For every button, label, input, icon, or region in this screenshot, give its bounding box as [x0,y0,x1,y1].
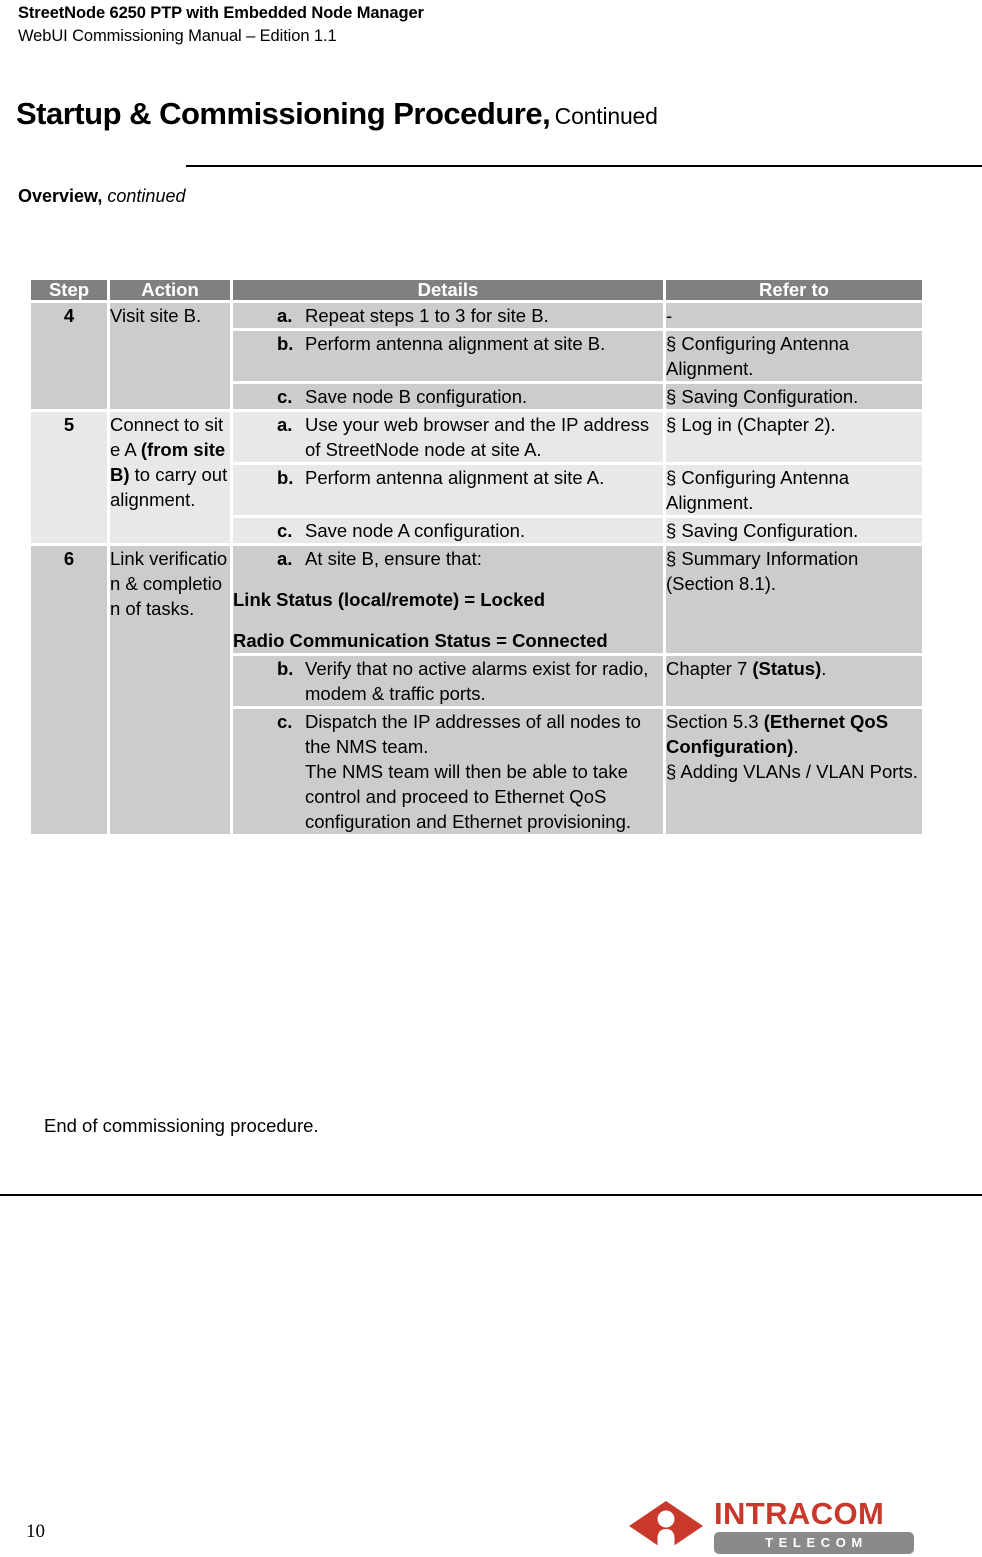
page-number: 10 [26,1521,45,1542]
detail-text: Verify that no active alarms exist for r… [305,658,649,704]
detail-marker: c. [277,520,293,541]
reference-text-2: . [821,658,827,679]
reference-text-1: Chapter 7 [666,658,753,679]
table-header-row: Step Action Details Refer to [31,280,922,300]
detail-marker: b. [277,658,294,679]
reference-text-bold: (Status) [752,658,822,679]
column-header-action: Action [110,280,230,300]
detail-text: Save node A configuration. [305,520,526,541]
detail-marker: a. [277,305,293,326]
table-row: 4 Visit site B. a. Repeat steps 1 to 3 f… [31,303,922,409]
step-number: 6 [31,546,107,834]
step-action: Link verification & completion of tasks. [110,546,230,834]
step-detail: c. Save node B configuration. [233,384,663,409]
intracom-diamond-icon [629,1501,703,1551]
reference-text-1: Section 5.3 [666,711,764,732]
step-detail: a. At site B, ensure that: Link Status (… [233,546,663,653]
procedure-table: Step Action Details Refer to 4 Visit sit… [28,277,925,837]
detail-text: Perform antenna alignment at site A. [305,467,605,488]
table-row: 5 Connect to site A (from site B) to car… [31,412,922,543]
step-detail: c. Save node A configuration. [233,518,663,543]
page-title: Startup & Commissioning Procedure, Conti… [16,96,658,132]
detail-text: Dispatch the IP addresses of all nodes t… [305,711,641,757]
step-reference: § Configuring Antenna Alignment. [666,465,922,515]
step-detail: c. Dispatch the IP addresses of all node… [233,709,663,834]
step-reference: § Saving Configuration. [666,384,922,409]
document-subtitle: WebUI Commissioning Manual – Edition 1.1 [18,27,337,45]
step-reference: Chapter 7 (Status). [666,656,922,706]
step-number: 5 [31,412,107,543]
page-title-continued: Continued [554,103,658,129]
brand-sub-wordmark: TELECOM [714,1532,914,1554]
step-detail: b. Perform antenna alignment at site A. [233,465,663,515]
detail-marker: a. [277,548,293,569]
detail-marker: b. [277,467,294,488]
detail-text-2: The NMS team will then be able to take c… [305,761,632,832]
block-label: Overview, continued [18,186,185,207]
step-number: 4 [31,303,107,409]
reference-text-2: . [793,736,799,757]
step-reference: § Saving Configuration. [666,518,922,543]
detail-text: Save node B configuration. [305,386,528,407]
step-reference: § Summary Information (Section 8.1). [666,546,922,653]
brand-wordmark: INTRACOM [714,1496,885,1531]
step-action: Visit site B. [110,303,230,409]
detail-marker: c. [277,386,293,407]
step-detail: a. Repeat steps 1 to 3 for site B. [233,303,663,328]
detail-bold-line: Radio Communication Status = Connected [233,630,608,651]
reference-text-line2: § Adding VLANs / VLAN Ports. [666,761,918,782]
block-label-continued: continued [107,186,186,206]
detail-text: Perform antenna alignment at site B. [305,333,606,354]
title-divider [186,165,982,167]
table-row: 6 Link verification & completion of task… [31,546,922,834]
detail-text: Repeat steps 1 to 3 for site B. [305,305,549,326]
page-title-main: Startup & Commissioning Procedure, [16,96,551,131]
detail-text: At site B, ensure that: [305,548,482,569]
step-detail: b. Perform antenna alignment at site B. [233,331,663,381]
column-header-details: Details [233,280,663,300]
block-label-name: Overview, [18,186,103,206]
step-reference: Section 5.3 (Ethernet QoS Configuration)… [666,709,922,834]
brand-logo: INTRACOM TELECOM [628,1494,928,1556]
detail-marker: c. [277,711,293,732]
running-header: StreetNode 6250 PTP with Embedded Node M… [18,2,918,48]
column-header-step: Step [31,280,107,300]
detail-marker: a. [277,414,293,435]
detail-text: Use your web browser and the IP address … [305,414,650,460]
step-detail: b. Verify that no active alarms exist fo… [233,656,663,706]
step-detail: a. Use your web browser and the IP addre… [233,412,663,462]
footer-divider [0,1194,982,1196]
column-header-refer-to: Refer to [666,280,922,300]
step-action: Connect to site A (from site B) to carry… [110,412,230,543]
detail-bold-line: Link Status (local/remote) = Locked [233,589,546,610]
step-reference: - [666,303,922,328]
end-of-procedure-note: End of commissioning procedure. [44,1115,319,1136]
detail-marker: b. [277,333,294,354]
document-product-title: StreetNode 6250 PTP with Embedded Node M… [18,4,424,22]
step-reference: § Configuring Antenna Alignment. [666,331,922,381]
step-reference: § Log in (Chapter 2). [666,412,922,462]
